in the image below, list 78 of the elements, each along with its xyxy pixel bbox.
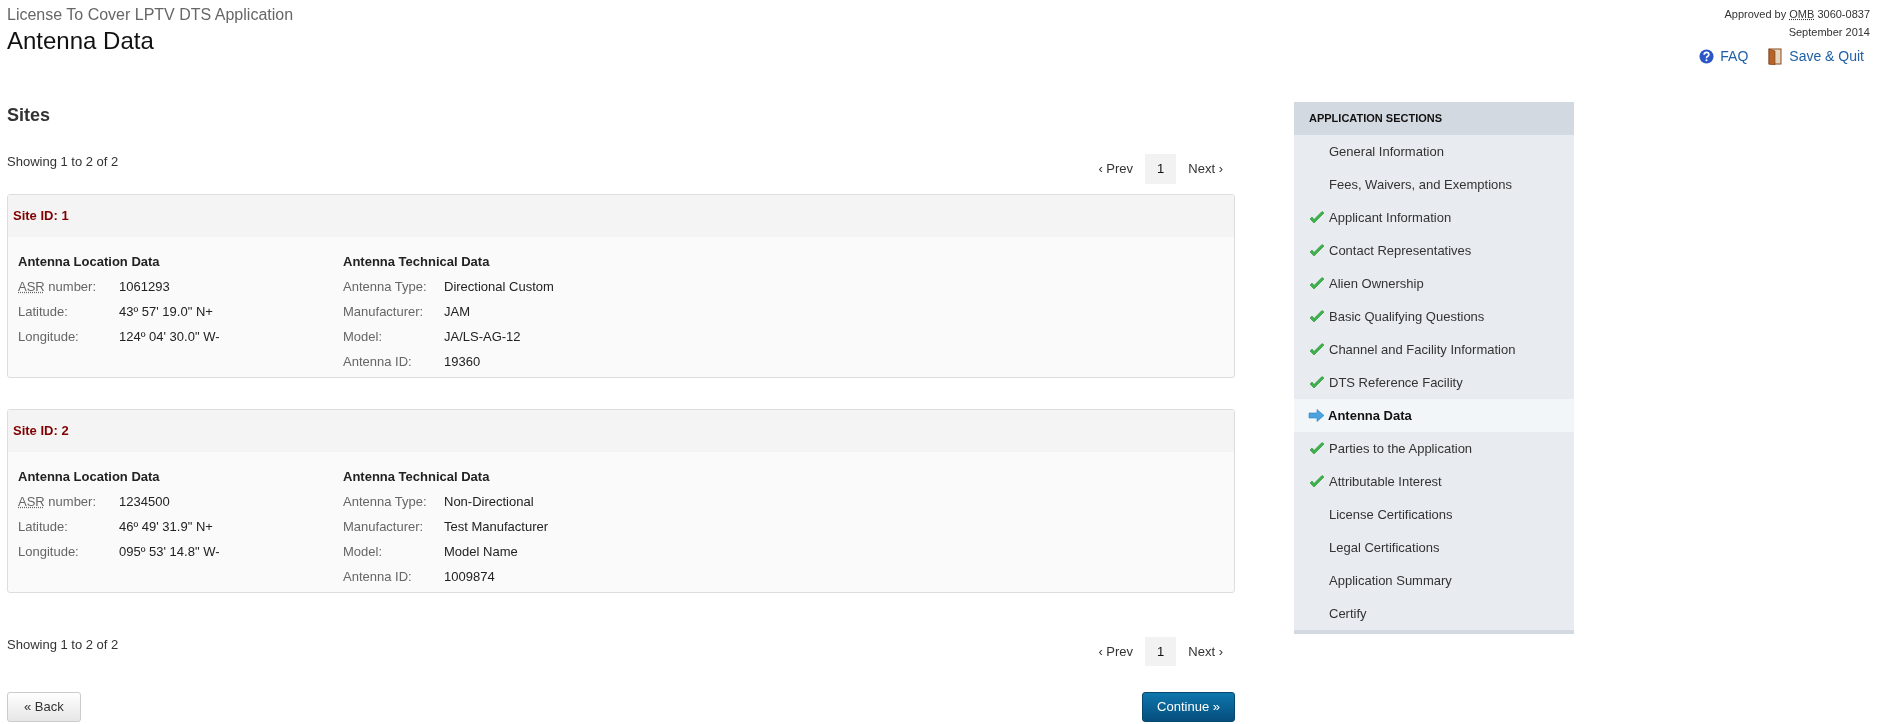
site-title: Site ID: 1	[13, 206, 69, 225]
field-value: JA/LS-AG-12	[444, 328, 521, 347]
application-subtitle: License To Cover LPTV DTS Application	[7, 5, 294, 25]
field-value: 46º 49' 31.9" N+	[119, 518, 213, 537]
section-item[interactable]: Application Summary	[1294, 564, 1574, 597]
panel-title: APPLICATION SECTIONS	[1309, 111, 1443, 127]
continue-button[interactable]: Continue »	[1142, 692, 1235, 722]
page-link[interactable]: 1	[1145, 154, 1177, 184]
section-item[interactable]: Legal Certifications	[1294, 531, 1574, 564]
checkmark-icon	[1309, 309, 1325, 324]
page-title: Antenna Data	[7, 26, 155, 56]
checkmark-icon	[1309, 276, 1325, 291]
field-label: ASR number:	[18, 493, 98, 512]
page-link[interactable]: 1	[1145, 636, 1177, 666]
approval-date: September 2014	[1788, 25, 1870, 40]
field-label: Longitude:	[18, 328, 80, 347]
approval-note: Approved by OMB 3060-0837	[1724, 7, 1870, 22]
field-value: JAM	[444, 303, 470, 322]
field-value: Non-Directional	[444, 493, 534, 512]
field-label: Antenna Type:	[343, 493, 428, 512]
field-value: 1234500	[119, 493, 170, 512]
help-icon	[1699, 49, 1715, 64]
field-value: 19360	[444, 353, 481, 372]
section-item[interactable]: Attributable Interest	[1294, 465, 1574, 498]
prev-link[interactable]: ‹ Prev	[1086, 636, 1146, 666]
arrow-right-icon	[1308, 409, 1325, 422]
section-item[interactable]: Basic Qualifying Questions	[1294, 300, 1574, 333]
field-value: Test Manufacturer	[444, 518, 549, 537]
section-heading: Antenna Location Data	[18, 468, 161, 487]
field-label: Antenna ID:	[343, 568, 413, 587]
checkmark-icon	[1309, 375, 1325, 390]
checkmark-icon	[1309, 210, 1325, 225]
section-item[interactable]: Certify	[1294, 597, 1574, 630]
field-value: 1009874	[444, 568, 495, 587]
field-value: 43º 57' 19.0" N+	[119, 303, 213, 322]
checkmark-icon	[1309, 342, 1325, 357]
section-heading: Antenna Technical Data	[343, 253, 491, 272]
checkmark-icon	[1309, 474, 1325, 489]
checkmark-icon	[1309, 441, 1325, 456]
section-item[interactable]: Parties to the Application	[1294, 432, 1574, 465]
site-title: Site ID: 2	[13, 421, 69, 440]
save-quit-link[interactable]: Save & Quit	[1768, 46, 1864, 67]
section-title: Sites	[7, 104, 52, 127]
next-link[interactable]: Next ›	[1176, 154, 1235, 184]
field-value: Model Name	[444, 543, 518, 562]
field-label: Antenna ID:	[343, 353, 413, 372]
section-item[interactable]: General Information	[1294, 135, 1574, 168]
section-item[interactable]: License Certifications	[1294, 498, 1574, 531]
prev-link[interactable]: ‹ Prev	[1086, 154, 1146, 184]
field-value: 095º 53' 14.8" W-	[119, 543, 220, 562]
back-button[interactable]: « Back	[7, 692, 81, 722]
field-label: Latitude:	[18, 303, 69, 322]
section-item[interactable]: Antenna Data	[1294, 399, 1574, 432]
results-summary: Showing 1 to 2 of 2	[7, 635, 119, 654]
section-item[interactable]: Fees, Waivers, and Exemptions	[1294, 168, 1574, 201]
faq-link[interactable]: FAQ	[1699, 46, 1749, 67]
field-label: Manufacturer:	[343, 303, 425, 322]
section-item[interactable]: DTS Reference Facility	[1294, 366, 1574, 399]
section-heading: Antenna Technical Data	[343, 468, 491, 487]
section-item[interactable]: Contact Representatives	[1294, 234, 1574, 267]
section-heading: Antenna Location Data	[18, 253, 161, 272]
door-icon	[1768, 48, 1784, 65]
section-item[interactable]: Applicant Information	[1294, 201, 1574, 234]
field-label: Latitude:	[18, 518, 69, 537]
results-summary: Showing 1 to 2 of 2	[7, 153, 119, 171]
field-label: Model:	[343, 543, 384, 562]
field-label: Manufacturer:	[343, 518, 425, 537]
section-item[interactable]: Channel and Facility Information	[1294, 333, 1574, 366]
field-label: ASR number:	[18, 278, 98, 297]
field-label: Longitude:	[18, 543, 80, 562]
field-value: 1061293	[119, 278, 170, 297]
field-label: Model:	[343, 328, 384, 347]
next-link[interactable]: Next ›	[1176, 636, 1235, 666]
field-value: 124º 04' 30.0" W-	[119, 328, 220, 347]
section-item[interactable]: Alien Ownership	[1294, 267, 1574, 300]
field-value: Directional Custom	[444, 278, 554, 297]
field-label: Antenna Type:	[343, 278, 428, 297]
checkmark-icon	[1309, 243, 1325, 258]
